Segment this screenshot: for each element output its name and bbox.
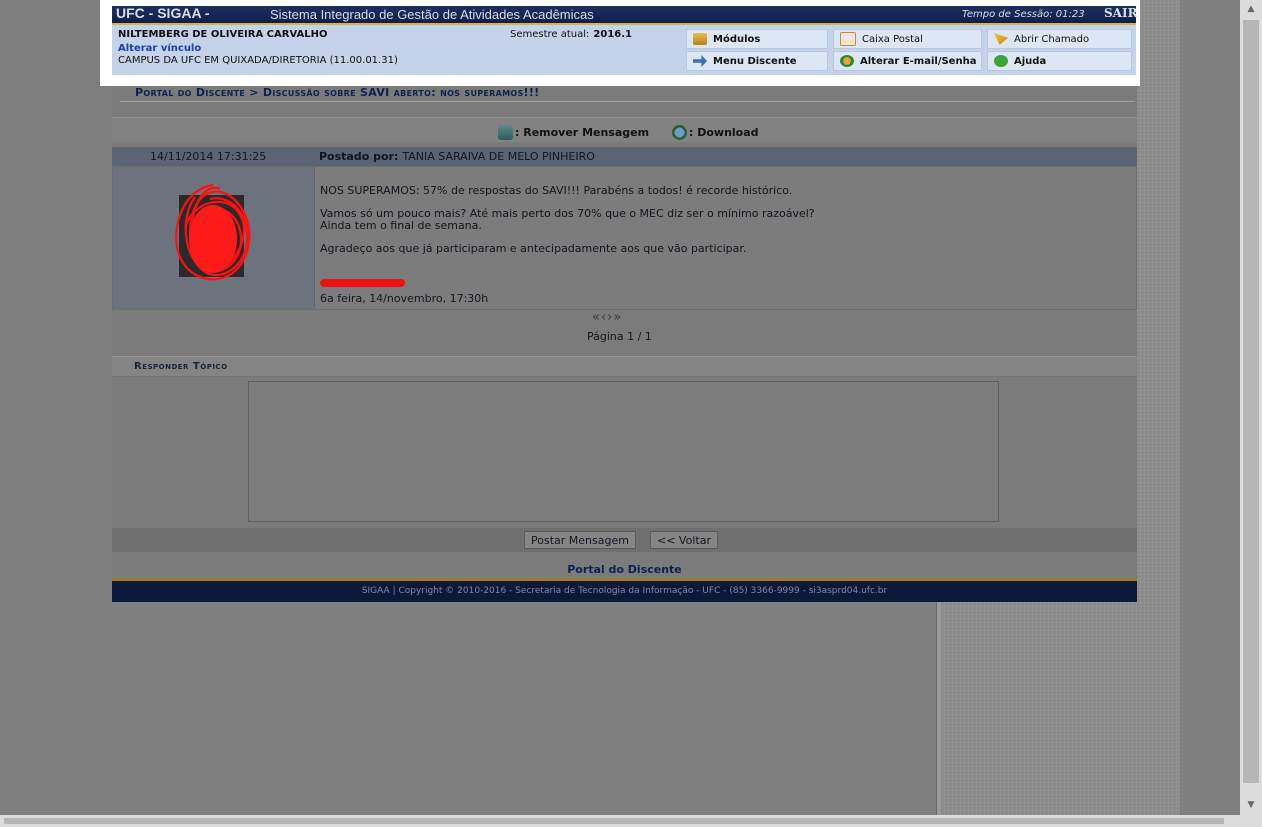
header: UFC - SIGAA - Sistema Integrado de Gestã…	[100, 0, 1140, 86]
post-date: 14/11/2014 17:31:25	[150, 150, 267, 163]
scroll-up-icon[interactable]: ▲	[1245, 4, 1257, 16]
ticket-icon	[994, 33, 1008, 45]
download-legend-label: : Download	[689, 126, 759, 139]
mailbox-icon	[840, 32, 856, 46]
page-indicator: Página 1 / 1	[587, 330, 652, 343]
session-timer: Tempo de Sessão: 01:23	[962, 9, 1085, 20]
author-label: Postado por:	[319, 150, 399, 163]
copyright-text: SIGAA | Copyright © 2010-2016 - Secretar…	[361, 586, 888, 596]
menu-discente-label: Menu Discente	[713, 55, 797, 67]
redacted-signature	[320, 279, 405, 287]
download-legend: : Download	[672, 125, 759, 140]
help-icon	[994, 55, 1008, 67]
alterar-email-button[interactable]: Alterar E-mail/Senha	[833, 51, 982, 71]
last-page-icon[interactable]: »	[613, 310, 621, 325]
page-divider	[936, 600, 941, 815]
prev-page-icon[interactable]: ‹	[601, 310, 606, 325]
abrir-chamado-button[interactable]: Abrir Chamado	[987, 29, 1132, 49]
reply-header: Responder Tópico	[112, 356, 1137, 377]
abrir-chamado-label: Abrir Chamado	[1014, 33, 1090, 45]
next-page-icon[interactable]: ›	[607, 310, 612, 325]
ajuda-button[interactable]: Ajuda	[987, 51, 1132, 71]
post-author: Postado por: TANIA SARAIVA DE MELO PINHEI…	[319, 150, 595, 163]
remove-legend-label: : Remover Mensagem	[515, 126, 650, 139]
post-body: NOS SUPERAMOS: 57% de respostas do SAVI!…	[112, 166, 1137, 310]
app-logo: UFC - SIGAA -	[116, 5, 210, 21]
back-button[interactable]: << Voltar	[650, 531, 718, 549]
horizontal-scrollbar[interactable]	[0, 815, 1262, 827]
menu-discente-button[interactable]: Menu Discente	[686, 51, 828, 71]
post-message-button[interactable]: Postar Mensagem	[524, 531, 636, 549]
vertical-scrollbar[interactable]: ▲ ▼	[1240, 0, 1262, 815]
message-line: NOS SUPERAMOS: 57% de respostas do SAVI!…	[320, 184, 793, 197]
horizontal-scroll-thumb[interactable]	[4, 818, 1224, 824]
footer-title[interactable]: Portal do Discente	[112, 563, 1137, 576]
post-message: NOS SUPERAMOS: 57% de respostas do SAVI!…	[320, 185, 1020, 266]
footer-bar: SIGAA | Copyright © 2010-2016 - Secretar…	[112, 578, 1137, 602]
reply-buttons: Postar Mensagem << Voltar	[112, 528, 1137, 552]
ajuda-label: Ajuda	[1014, 55, 1047, 67]
download-icon	[672, 125, 687, 140]
message-line: Ainda tem o final de semana.	[320, 219, 482, 232]
alterar-email-label: Alterar E-mail/Senha	[860, 55, 977, 67]
logout-link[interactable]: SAIR	[1104, 6, 1138, 20]
system-name: Sistema Integrado de Gestão de Atividade…	[270, 7, 594, 22]
breadcrumb-divider	[120, 101, 1135, 102]
caixa-postal-button[interactable]: Caixa Postal	[833, 29, 982, 49]
modulos-button[interactable]: Módulos	[686, 29, 828, 49]
caixa-postal-label: Caixa Postal	[862, 33, 923, 45]
user-name: NILTEMBERG DE OLIVEIRA CARVALHO	[118, 29, 328, 40]
modulos-label: Módulos	[713, 33, 761, 45]
user-info-panel: NILTEMBERG DE OLIVEIRA CARVALHO Alterar …	[112, 25, 1136, 75]
pagination: «‹ ›» Página 1 / 1	[112, 310, 1137, 354]
signature-date: 6a feira, 14/novembro, 17:30h	[320, 292, 489, 305]
legend-row: : Remover Mensagem : Download	[112, 117, 1137, 142]
semester-info: Semestre atual: 2016.1	[510, 29, 632, 40]
trash-icon	[498, 125, 513, 140]
top-bar: UFC - SIGAA - Sistema Integrado de Gestã…	[112, 5, 1138, 25]
semester-value: 2016.1	[593, 29, 633, 40]
author-name: TANIA SARAIVA DE MELO PINHEIRO	[402, 150, 595, 163]
modules-icon	[693, 33, 707, 45]
post-header: 14/11/2014 17:31:25 Postado por: TANIA SA…	[112, 147, 1137, 167]
reply-textarea[interactable]	[248, 381, 999, 522]
menu-icon	[693, 55, 707, 67]
refresh-icon	[840, 55, 854, 67]
scroll-down-icon[interactable]: ▼	[1245, 800, 1257, 812]
change-link[interactable]: Alterar vínculo	[118, 43, 201, 54]
campus-label: CAMPUS DA UFC EM QUIXADA/DIRETORIA (11.0…	[118, 55, 398, 66]
redaction-scribble	[175, 183, 251, 281]
first-page-icon[interactable]: «	[592, 310, 600, 325]
semester-label: Semestre atual:	[510, 29, 590, 40]
avatar-column	[113, 167, 315, 309]
breadcrumb: Portal do Discente > Discussão sobre SAV…	[135, 86, 540, 99]
reply-title: Responder Tópico	[134, 361, 228, 372]
scroll-thumb[interactable]	[1243, 20, 1259, 783]
pager-arrows: «‹ ›»	[592, 310, 622, 325]
remove-legend: : Remover Mensagem	[498, 125, 649, 140]
message-line: Agradeço aos que já participaram e antec…	[320, 242, 747, 255]
